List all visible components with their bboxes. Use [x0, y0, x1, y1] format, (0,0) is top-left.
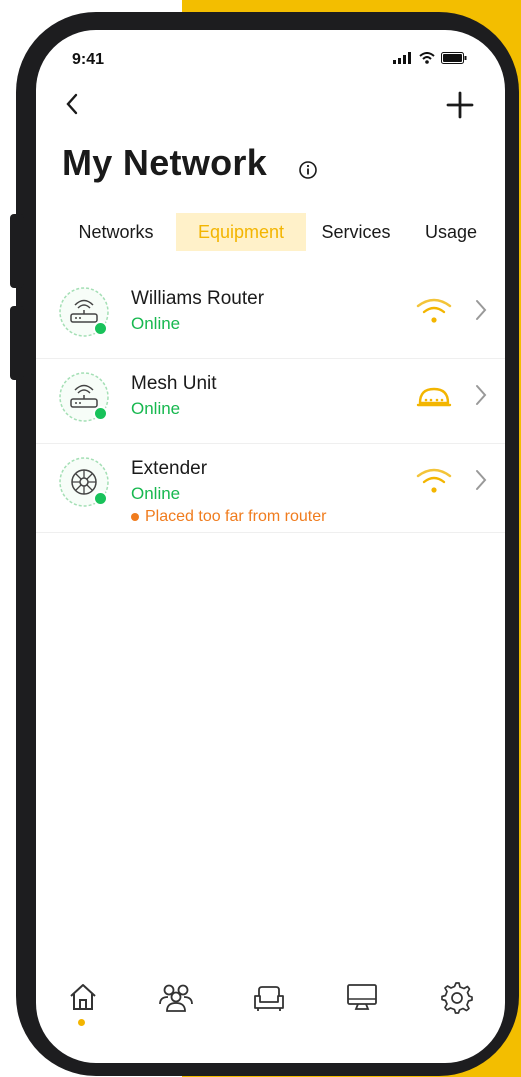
phone-side-button-volume-up	[10, 214, 24, 288]
phone-side-button-volume-down	[10, 306, 24, 380]
phone-screen: 9:41 My Network Networks Equipment Servi…	[36, 30, 505, 1063]
bottom-nav	[36, 965, 505, 1035]
chevron-right-icon	[476, 470, 487, 490]
tab-usage[interactable]: Usage	[416, 213, 486, 251]
device-status: Online	[131, 314, 181, 333]
cellular-signal-icon	[393, 52, 411, 64]
nav-people[interactable]	[154, 975, 198, 1019]
nav-devices[interactable]	[340, 975, 384, 1019]
device-row-williams-router[interactable]: Williams Router Online	[36, 274, 505, 359]
device-warning: Placed too far from router	[131, 508, 326, 526]
device-name: Mesh Unit	[131, 373, 217, 394]
nav-settings[interactable]	[434, 975, 478, 1019]
device-name: Williams Router	[131, 288, 265, 309]
device-name: Extender	[131, 458, 208, 479]
people-icon	[159, 984, 193, 1012]
device-status: Online	[131, 484, 181, 503]
nav-rooms[interactable]	[247, 975, 291, 1019]
tab-services[interactable]: Services	[316, 213, 396, 251]
info-button[interactable]	[298, 160, 318, 185]
add-button[interactable]	[445, 90, 475, 125]
device-status: Online	[131, 399, 181, 418]
device-row-mesh-unit[interactable]: Mesh Unit Online	[36, 359, 505, 444]
sofa-icon	[254, 986, 284, 1011]
online-indicator	[93, 321, 108, 336]
device-warning-text: Placed too far from router	[145, 508, 327, 525]
gear-icon	[441, 982, 473, 1014]
wifi-signal-icon	[416, 468, 452, 493]
info-icon	[299, 161, 317, 179]
online-indicator	[93, 491, 108, 506]
nav-active-indicator	[78, 1019, 85, 1026]
online-indicator	[93, 406, 108, 421]
warning-dot-icon	[131, 513, 139, 521]
chevron-right-icon	[476, 385, 487, 405]
battery-icon	[441, 52, 467, 64]
home-icon	[70, 984, 96, 1010]
tab-equipment[interactable]: Equipment	[176, 213, 306, 251]
tab-networks[interactable]: Networks	[66, 213, 166, 251]
chevron-left-icon	[66, 93, 78, 115]
mesh-unit-icon	[58, 371, 110, 423]
router-icon	[58, 286, 110, 338]
status-icons	[393, 52, 467, 64]
device-row-extender[interactable]: Extender Online Placed too far from rout…	[36, 444, 505, 533]
chevron-right-icon	[476, 300, 487, 320]
nav-home[interactable]	[61, 975, 105, 1019]
wifi-status-icon	[419, 52, 435, 64]
page-title: My Network	[62, 142, 268, 183]
status-time: 9:41	[72, 51, 105, 68]
back-button[interactable]	[64, 92, 80, 121]
plus-icon	[446, 91, 474, 119]
tab-bar: Networks Equipment Services Usage	[36, 213, 505, 255]
mesh-signal-icon	[416, 387, 452, 407]
monitor-icon	[347, 984, 377, 1010]
device-list: Williams Router Online Mesh Unit Online …	[36, 274, 505, 533]
extender-icon	[58, 456, 110, 508]
wifi-signal-icon	[416, 298, 452, 323]
